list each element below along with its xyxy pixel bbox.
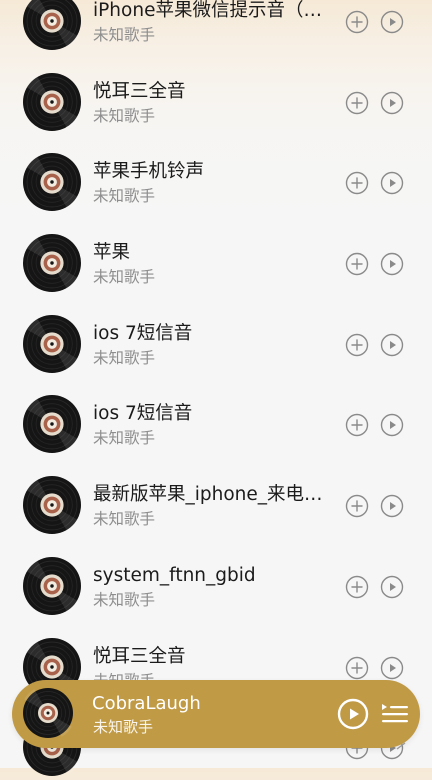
plus-circle-icon[interactable]: [345, 575, 369, 599]
play-circle-icon[interactable]: [380, 10, 404, 34]
vinyl-record-icon: [23, 476, 81, 535]
now-playing-title: CobraLaugh: [92, 693, 201, 714]
scroll-edge-icon: [396, 736, 406, 750]
song-title: 苹果: [93, 242, 131, 264]
song-row[interactable]: 苹果 未知歌手: [0, 212, 432, 293]
song-artist: 未知歌手: [93, 106, 156, 125]
vinyl-record-icon: [23, 0, 81, 50]
song-row[interactable]: ios 7短信音 未知歌手: [0, 293, 432, 374]
song-artist: 未知歌手: [93, 590, 156, 609]
song-title: 悦耳三全音: [93, 645, 186, 667]
vinyl-record-icon: [23, 395, 81, 454]
plus-circle-icon[interactable]: [345, 171, 369, 195]
plus-circle-icon[interactable]: [345, 656, 369, 680]
song-row[interactable]: ios 7短信音 未知歌手: [0, 373, 432, 454]
playlist-button[interactable]: [381, 701, 409, 727]
plus-circle-icon[interactable]: [345, 252, 369, 276]
song-artist: 未知歌手: [93, 187, 156, 206]
song-title: ios 7短信音: [93, 322, 193, 344]
vinyl-record-icon: [23, 72, 81, 131]
play-circle-icon[interactable]: [380, 413, 404, 437]
vinyl-record-icon: [23, 153, 81, 212]
song-artist: 未知歌手: [93, 26, 156, 44]
vinyl-record-icon: [23, 314, 81, 373]
song-title: 最新版苹果_iphone_来电铃声: [93, 484, 331, 506]
vinyl-record-icon: [23, 688, 73, 738]
vinyl-record-icon: [23, 234, 81, 293]
song-title: iPhone苹果微信提示音（叮咚~~）: [93, 0, 331, 21]
play-circle-icon[interactable]: [380, 333, 404, 357]
plus-circle-icon[interactable]: [345, 413, 369, 437]
song-artist: 未知歌手: [93, 268, 156, 287]
plus-circle-icon[interactable]: [345, 91, 369, 115]
song-row[interactable]: system_ftnn_gbid 未知歌手: [0, 535, 432, 616]
plus-circle-icon[interactable]: [345, 333, 369, 357]
mini-player[interactable]: CobraLaugh 未知歌手: [12, 680, 420, 748]
play-circle-icon[interactable]: [380, 91, 404, 115]
song-title: ios 7短信音: [93, 403, 193, 425]
song-title: 悦耳三全音: [93, 80, 186, 102]
song-artist: 未知歌手: [93, 348, 156, 367]
play-button[interactable]: [337, 698, 369, 730]
song-row[interactable]: 最新版苹果_iphone_来电铃声 未知歌手: [0, 454, 432, 535]
vinyl-record-icon: [23, 556, 81, 615]
now-playing-artist: 未知歌手: [93, 718, 154, 736]
plus-circle-icon[interactable]: [345, 494, 369, 518]
play-circle-icon[interactable]: [380, 494, 404, 518]
play-circle-icon[interactable]: [380, 575, 404, 599]
song-artist: 未知歌手: [93, 510, 156, 529]
song-artist: 未知歌手: [93, 429, 156, 448]
play-circle-icon[interactable]: [380, 252, 404, 276]
plus-circle-icon[interactable]: [345, 10, 369, 34]
play-circle-icon[interactable]: [380, 171, 404, 195]
song-title: system_ftnn_gbid: [93, 564, 256, 586]
song-row[interactable]: iPhone苹果微信提示音（叮咚~~） 未知歌手: [0, 0, 432, 51]
song-list: iPhone苹果微信提示音（叮咚~~） 未知歌手 悦耳三全音 未知歌手: [0, 0, 432, 777]
song-title: 苹果手机铃声: [93, 161, 205, 183]
play-circle-icon[interactable]: [380, 656, 404, 680]
song-row[interactable]: 悦耳三全音 未知歌手: [0, 51, 432, 132]
song-row[interactable]: 苹果手机铃声 未知歌手: [0, 131, 432, 212]
